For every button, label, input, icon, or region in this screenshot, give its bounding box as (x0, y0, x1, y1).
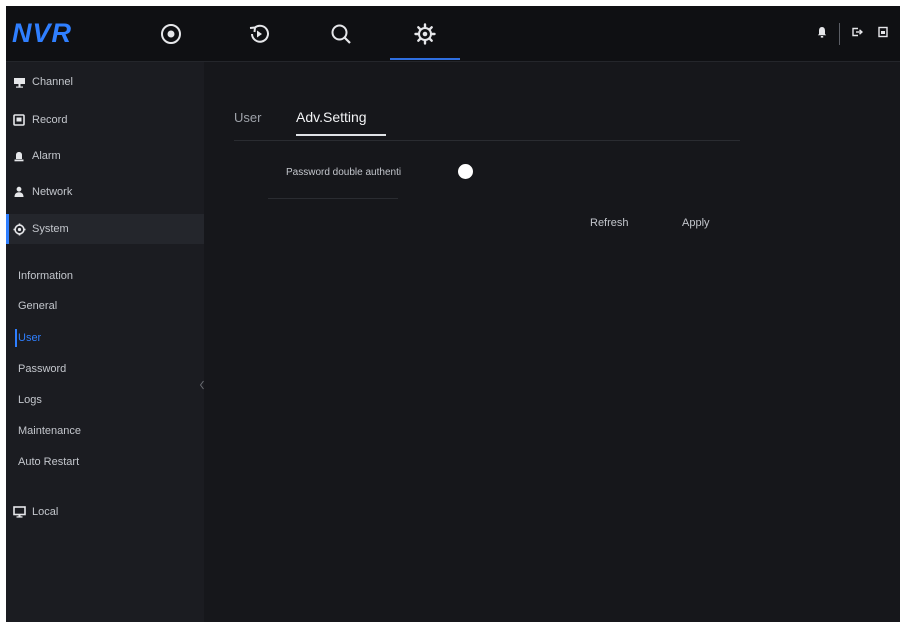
sidebar-item-label: Alarm (32, 150, 61, 162)
monitor-icon (12, 505, 26, 519)
alarm-icon (12, 149, 26, 163)
sidebar-item-label: Record (32, 114, 68, 126)
field-divider (268, 198, 398, 199)
sidebar-subitem-information[interactable]: Information (18, 266, 73, 286)
toolbar-divider (839, 23, 840, 45)
record-dot-icon (160, 23, 182, 45)
lock-screen-button[interactable] (874, 25, 892, 43)
sidebar-subitem-general[interactable]: General (18, 296, 57, 316)
tab-user[interactable]: User (234, 110, 261, 125)
lock-screen-icon (877, 25, 889, 43)
sidebar-subitem-logs[interactable]: Logs (18, 390, 42, 410)
camera-icon (12, 75, 26, 89)
password-double-auth-toggle[interactable] (458, 164, 473, 179)
sidebar-subitem-auto-restart[interactable]: Auto Restart (18, 452, 79, 472)
logout-icon (851, 25, 864, 43)
subitem-label: User (18, 332, 42, 344)
subitem-label: Auto Restart (18, 456, 80, 468)
sidebar-item-label: System (32, 223, 69, 235)
tab-adv-setting[interactable]: Adv.Setting (296, 109, 367, 125)
sidebar-subitem-password[interactable]: Password (18, 359, 66, 379)
alarm-bell-button[interactable] (813, 25, 831, 43)
playback-button[interactable] (224, 6, 294, 62)
sidebar-collapse-handle[interactable] (199, 380, 204, 396)
sidebar-item-label: Local (32, 506, 59, 518)
sidebar-item-system[interactable]: System (6, 214, 204, 244)
settings-button[interactable] (390, 6, 460, 62)
top-right-tools (813, 6, 892, 62)
refresh-button[interactable]: Refresh (590, 212, 629, 234)
tab-divider (234, 140, 740, 141)
record-icon (12, 113, 26, 127)
sidebar-subitem-maintenance[interactable]: Maintenance (18, 421, 81, 441)
network-icon (12, 185, 26, 199)
search-button[interactable] (306, 6, 376, 62)
top-bar: NVR (6, 6, 900, 62)
subitem-label: Information (18, 270, 74, 282)
subitem-label: Logs (18, 394, 42, 406)
sidebar-item-network[interactable]: Network (6, 178, 204, 206)
subitem-label: General (18, 300, 58, 312)
active-tab-indicator (296, 134, 386, 136)
subitem-label: Maintenance (18, 425, 81, 437)
logout-button[interactable] (848, 25, 866, 43)
playback-icon (247, 22, 271, 46)
password-double-auth-label: Password double authenti (286, 167, 402, 178)
sidebar-item-channel[interactable]: Channel (6, 68, 204, 96)
nvr-window: NVR Channel Record Alarm Network System … (6, 6, 900, 622)
search-icon (329, 22, 353, 46)
sidebar-subitem-user[interactable]: User (14, 328, 42, 348)
sidebar-item-local[interactable]: Local (6, 498, 204, 526)
bell-icon (816, 25, 828, 43)
sidebar-item-label: Network (32, 186, 73, 198)
subitem-label: Password (18, 363, 67, 375)
live-view-button[interactable] (136, 6, 206, 62)
sidebar-item-record[interactable]: Record (6, 106, 204, 134)
gear-icon (12, 222, 26, 236)
app-logo: NVR (12, 18, 73, 48)
sidebar-item-alarm[interactable]: Alarm (6, 142, 204, 170)
sidebar: Channel Record Alarm Network System Info… (6, 62, 204, 622)
apply-button[interactable]: Apply (682, 212, 710, 234)
sidebar-item-label: Channel (32, 76, 73, 88)
gear-icon (413, 22, 437, 46)
